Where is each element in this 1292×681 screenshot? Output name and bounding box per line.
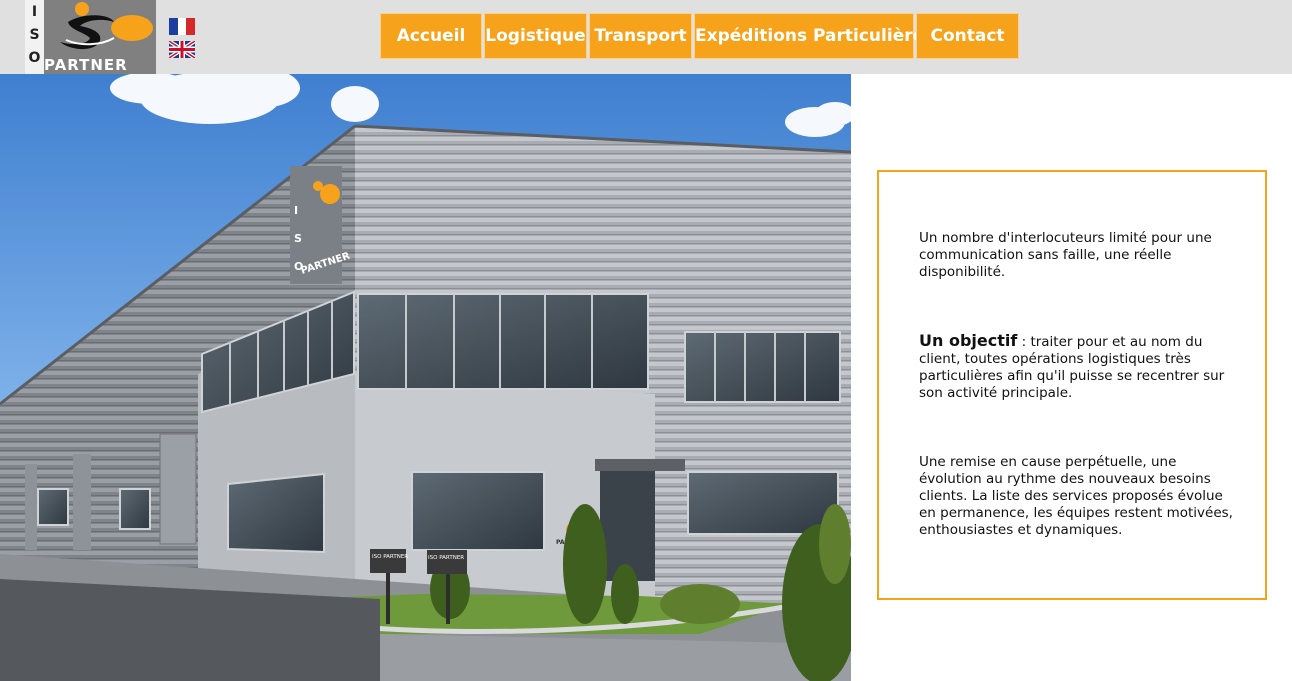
logo-swoosh-icon — [60, 2, 153, 50]
company-values-box: Un nombre d'interlocuteurs limité pour u… — [877, 170, 1267, 600]
logo-letter-s: S — [29, 27, 40, 43]
paragraph-remise-en-cause: Une remise en cause perpétuelle, une évo… — [919, 454, 1233, 538]
nav-logistique[interactable]: Logistique — [484, 13, 587, 59]
building-illustration: I S O PARTNER PARTNER ISO PARTNER ISO PA — [0, 74, 851, 681]
logo-letter-i: I — [31, 4, 38, 20]
entrance-sign-2: ISO PARTNER — [428, 555, 464, 561]
wall-logo-letter-s: S — [294, 232, 302, 245]
entrance-sign-1: ISO PARTNER — [372, 554, 408, 560]
iso-partner-logo[interactable]: I S O PARTNER — [25, 0, 156, 74]
objectif-lead: Un objectif — [919, 331, 1018, 350]
warehouse-building-photo: I S O PARTNER PARTNER ISO PARTNER ISO PA — [0, 74, 851, 681]
paragraph-interlocuteurs: Un nombre d'interlocuteurs limité pour u… — [919, 230, 1212, 280]
site-header: I S O PARTNER Accueil Logistique Transpo… — [0, 0, 1292, 74]
logo-letter-o: O — [28, 50, 41, 66]
paragraph-objectif: Un objectif : traiter pour et au nom du … — [919, 332, 1239, 402]
flag-france-icon[interactable] — [169, 18, 195, 35]
nav-contact[interactable]: Contact — [916, 13, 1019, 59]
flag-uk-icon[interactable] — [169, 41, 195, 58]
nav-expeditions-particulieres[interactable]: Expéditions Particulières — [694, 13, 934, 59]
nav-transport[interactable]: Transport — [589, 13, 692, 59]
wall-logo-letter-i: I — [294, 204, 298, 217]
logo-partner-text: PARTNER — [44, 56, 128, 74]
nav-accueil[interactable]: Accueil — [380, 13, 482, 59]
